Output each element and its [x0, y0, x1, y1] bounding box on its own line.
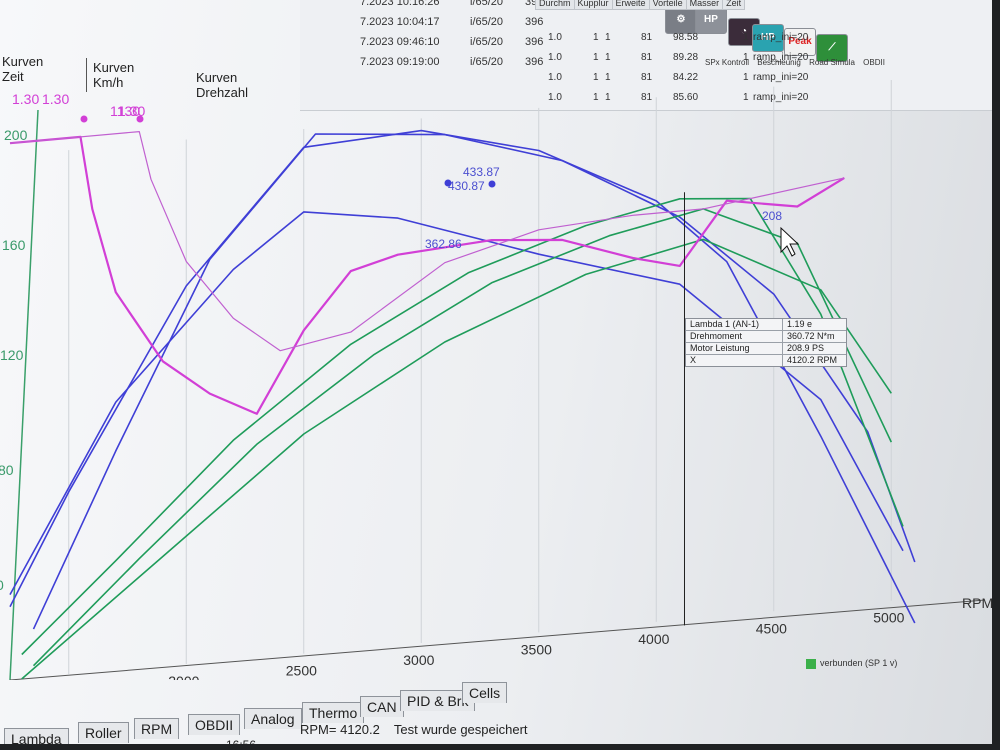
tooltip-row: Motor Leistung 208.9 PS	[686, 342, 846, 354]
table-header[interactable]: SPx Kontroll	[705, 58, 749, 67]
power-series-line	[21, 238, 892, 680]
top-value-label: 1.30	[42, 91, 69, 107]
tab-analog[interactable]: Analog	[244, 708, 302, 729]
x-tick-label: 5000	[873, 610, 904, 626]
power-series-line	[21, 197, 904, 656]
table-header[interactable]: Vorteile	[648, 0, 687, 10]
monitor-bezel-bottom	[0, 744, 1000, 750]
chart-axes	[9, 109, 986, 680]
peak-value-label: 430.87	[448, 179, 485, 193]
x-tick-label: 3500	[521, 641, 552, 657]
run-list: 7.2023 10:16:26 i/65/20 396 7.2023 10:04:1…	[360, 0, 565, 72]
dyno-chart[interactable]: 200160120800 150020002500300035004000450…	[0, 80, 1000, 680]
connected-icon	[806, 658, 816, 669]
tab-thermo[interactable]: Thermo	[302, 702, 365, 723]
tooltip-row: X 4120.2 RPM	[686, 354, 846, 366]
table-header[interactable]: Beschleunig	[757, 58, 801, 67]
tab-can[interactable]: CAN	[360, 696, 404, 717]
table-row[interactable]: 1.0 1 1 81 98.58 1 ramp_ini=20	[548, 32, 808, 52]
run-row[interactable]: 7.2023 10:04:17 i/65/20 396	[360, 12, 565, 32]
x-tick-label: 3000	[403, 652, 434, 668]
peak-marker-dot	[444, 179, 452, 187]
peak-value-label: 208	[762, 209, 782, 223]
cursor-tooltip: Lambda 1 (AN-1) 1.19 e Drehmoment 360.72 N…	[685, 318, 847, 367]
top-value-label: 1.30	[12, 91, 39, 107]
tooltip-row: Drehmoment 360.72 N*m	[686, 330, 846, 342]
table-header[interactable]: OBDII	[863, 58, 885, 67]
y-tick-label: 80	[0, 462, 14, 478]
table-header[interactable]: Zeit	[722, 0, 746, 10]
power-series-line	[32, 208, 893, 667]
run-data-table: Durchm Kupplur Erweite Vorteile Masser Z…	[535, 0, 746, 10]
run-row[interactable]: 7.2023 09:46:10 i/65/20 396	[360, 32, 565, 52]
table-headers-right: SPx Kontroll Beschleunig Road Simula OBD…	[705, 58, 885, 67]
tab-roller[interactable]: Roller	[78, 722, 129, 743]
peak-marker-dot	[488, 180, 496, 188]
y-tick-label: 120	[0, 347, 24, 363]
status-bar: RPM= 4120.2 Test wurde gespeichert	[300, 722, 528, 737]
table-header[interactable]: Erweite	[611, 0, 650, 10]
torque-series-line	[9, 211, 904, 595]
y-axis	[9, 109, 39, 680]
monitor-bezel	[992, 0, 1000, 750]
table-header[interactable]: Masser	[685, 0, 724, 10]
gear-icon[interactable]: ⚙	[665, 6, 697, 34]
bottom-tab-bar: Lambda Roller RPM OBDII Analog Thermo CA…	[0, 676, 520, 750]
y-tick-label: 0	[0, 577, 4, 593]
peak-value-label: 362.86	[425, 237, 462, 251]
table-header[interactable]: Durchm	[535, 0, 575, 10]
hp-button[interactable]: HP	[695, 6, 727, 34]
connection-status: verbunden (SP 1 v)	[806, 658, 897, 669]
marker-dot	[136, 115, 144, 123]
table-header[interactable]: Road Simula	[809, 58, 855, 67]
x-axis-label: RPM	[962, 595, 993, 611]
table-header[interactable]: Kupplur	[573, 0, 613, 10]
marker-dot	[80, 115, 88, 123]
x-tick-label: 4500	[756, 620, 787, 636]
run-row[interactable]: 7.2023 09:19:00 i/65/20 396	[360, 52, 565, 72]
tab-rpm[interactable]: RPM	[134, 718, 180, 739]
peak-value-label: 433.87	[463, 165, 500, 179]
y-tick-label: 160	[2, 237, 26, 253]
y-tick-label: 200	[4, 127, 28, 143]
tooltip-row: Lambda 1 (AN-1) 1.19 e	[686, 319, 846, 330]
dyno-software-screen: 7.2023 10:16:26 i/65/20 396 7.2023 10:04:1…	[0, 0, 1000, 750]
tab-obdii[interactable]: OBDII	[188, 714, 241, 735]
x-tick-label: 4000	[638, 631, 669, 647]
tab-cells[interactable]: Cells	[462, 682, 508, 703]
y-tick-labels: 200 160 120 80 0	[0, 127, 28, 593]
